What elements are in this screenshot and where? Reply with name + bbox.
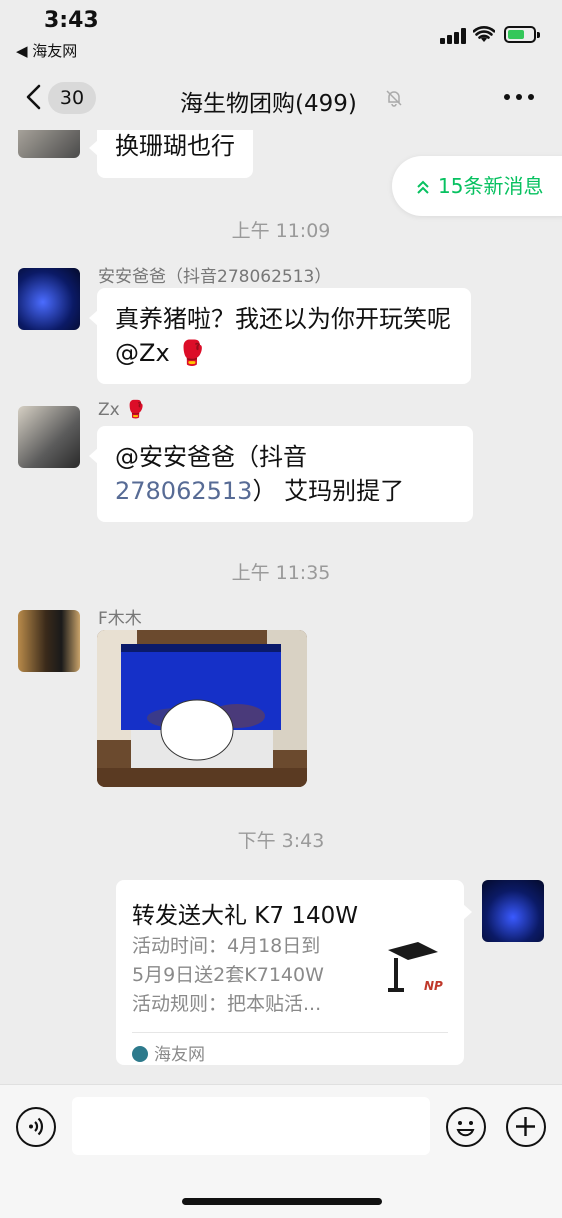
card-source: 海友网	[132, 1040, 205, 1065]
back-chevron-icon[interactable]	[20, 82, 50, 112]
shared-link-card[interactable]: 转发送大礼 K7 140W 活动时间：4月18日到 5月9日送2套K7140W …	[116, 880, 472, 1065]
wifi-icon	[473, 26, 495, 42]
timestamp: 上午 11:09	[231, 220, 331, 242]
aquarium-photo[interactable]	[97, 630, 307, 787]
mute-bell-icon	[386, 90, 402, 107]
svg-text:NP: NP	[424, 979, 443, 993]
avatar-anan[interactable]	[18, 268, 80, 330]
message-input[interactable]	[72, 1097, 430, 1155]
avatar-zx[interactable]	[18, 406, 80, 468]
unread-count-badge[interactable]: 30	[48, 82, 96, 114]
emoji-icon[interactable]	[446, 1107, 486, 1147]
sender-name: 安安爸爸（抖音278062513）	[98, 267, 332, 287]
status-bar: 3:43 ◀ 海友网	[0, 0, 562, 68]
card-line: 活动时间：4月18日到	[132, 935, 321, 957]
new-messages-pill[interactable]: 15条新消息	[392, 156, 562, 216]
message-bubble[interactable]: 真养猪啦？我还以为你开玩笑呢 @Zx 🥊	[89, 288, 471, 384]
back-to-app-link[interactable]: ◀ 海友网	[16, 40, 77, 61]
battery-icon	[504, 26, 540, 43]
double-chevron-up-icon	[417, 180, 429, 194]
voice-input-icon[interactable]	[16, 1107, 56, 1147]
message-bubble[interactable]: @安安爸爸（抖音 278062513） 艾玛别提了	[89, 426, 473, 522]
phone-number-link[interactable]: 278062513	[115, 477, 252, 505]
avatar-fmumu[interactable]	[18, 610, 80, 672]
avatar-self[interactable]	[482, 880, 544, 942]
more-options-icon[interactable]	[504, 94, 534, 102]
mention-prefix: @安安爸爸（抖音	[115, 443, 307, 471]
cellular-signal-icon	[440, 28, 468, 44]
aquarium-image	[97, 630, 307, 787]
card-line: 活动规则：把本贴活...	[132, 993, 322, 1015]
status-time: 3:43	[44, 8, 99, 33]
sender-name: Zx 🥊	[98, 400, 147, 420]
card-description: 活动时间：4月18日到 5月9日送2套K7140W 活动规则：把本贴活...	[132, 932, 352, 1019]
card-source-label: 海友网	[154, 1045, 205, 1065]
new-messages-label: 15条新消息	[438, 174, 544, 198]
timestamp: 下午 3:43	[237, 830, 325, 852]
home-indicator[interactable]	[182, 1198, 382, 1205]
chat-header: 30 海生物团购(499)	[0, 68, 562, 130]
chat-title: 海生物团购(499)	[180, 91, 357, 117]
card-line: 5月9日送2套K7140W	[132, 964, 324, 986]
message-text: ） 艾玛别提了	[252, 477, 405, 505]
timestamp: 上午 11:35	[231, 562, 331, 584]
message-list[interactable]: 换珊瑚也行 15条新消息 上午 11:09 安安爸爸（抖音278062513） …	[0, 130, 562, 1084]
sender-name: F木木	[98, 609, 142, 629]
plus-icon[interactable]	[506, 1107, 546, 1147]
source-logo-icon	[132, 1046, 148, 1062]
card-divider	[132, 1032, 448, 1033]
message-bubble[interactable]: 换珊瑚也行	[89, 130, 253, 178]
led-lamp-thumbnail: NP	[378, 938, 450, 1008]
avatar-zx[interactable]	[18, 130, 80, 158]
card-title: 转发送大礼 K7 140W	[132, 903, 358, 929]
